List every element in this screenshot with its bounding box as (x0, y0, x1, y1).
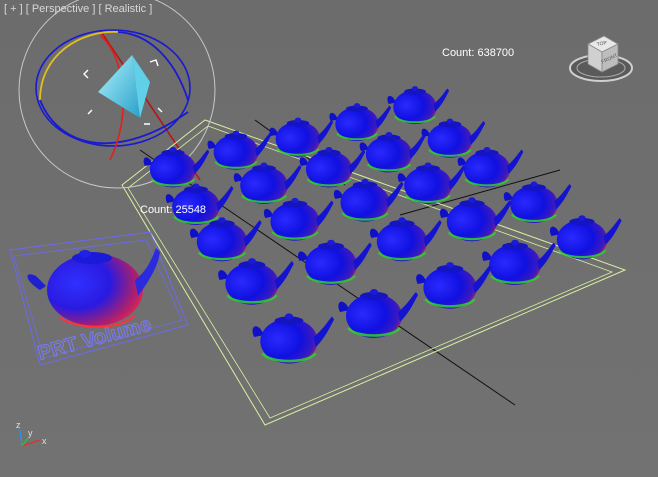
z-axis-label: z (16, 420, 21, 430)
viewport-scene: PRT Volume (9, 0, 627, 426)
viewport-shading-menu[interactable]: [ Realistic ] (98, 3, 152, 15)
viewcube[interactable]: TOP FRONT (566, 30, 636, 85)
x-axis-label: x (42, 436, 47, 446)
viewport-label: [ + ] [ Perspective ] [ Realistic ] (4, 3, 152, 15)
viewport-point-of-view-menu[interactable]: [ Perspective ] (26, 3, 96, 15)
particle-count-main: Count: 638700 (442, 47, 515, 59)
viewport-general-menu[interactable]: [ + ] (4, 3, 23, 15)
z-axis-line (19, 429, 23, 447)
teapot-grid (142, 85, 623, 366)
perspective-viewport[interactable]: PRT Volume [+] [Perspective] [Reali… (0, 0, 658, 477)
axis-tripod: x y z (8, 410, 58, 460)
particle-count-secondary: Count: 25548 (140, 204, 207, 216)
y-axis-label: y (28, 428, 33, 438)
